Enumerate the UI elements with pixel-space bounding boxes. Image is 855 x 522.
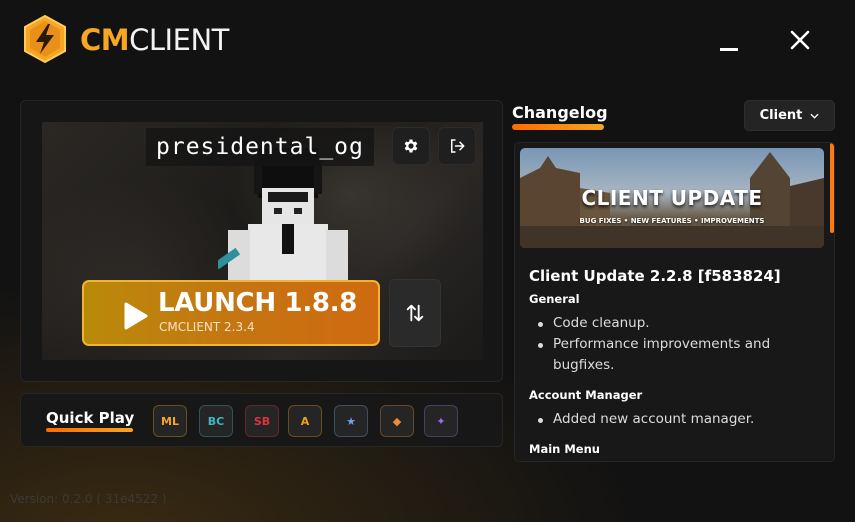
launch-button[interactable]: LAUNCH 1.8.8 CMCLIENT 2.3.4 [82, 280, 380, 346]
server-2-icon[interactable]: BC [199, 405, 233, 437]
banner-title: CLIENT UPDATE [581, 186, 763, 210]
server-5-icon[interactable]: ★ [334, 405, 368, 437]
section-heading-account-manager: Account Manager [529, 388, 643, 402]
server-7-icon[interactable]: ✦ [424, 405, 458, 437]
logout-button[interactable] [438, 127, 476, 165]
logout-icon [451, 139, 465, 153]
username-label: presidental_og [146, 128, 374, 166]
server-1-icon[interactable]: ML [153, 405, 187, 437]
update-title: Client Update 2.2.8 [f583824] [529, 267, 781, 285]
changelog-filter-value: Client [759, 108, 803, 123]
list-item: Added new account manager. [529, 409, 809, 430]
switch-version-button[interactable] [389, 279, 441, 347]
gear-icon [404, 139, 418, 153]
quick-play-underline [46, 428, 133, 432]
quick-play-label: Quick Play [46, 409, 135, 427]
changelog-panel[interactable]: CLIENT UPDATE BUG FIXES • NEW FEATURES •… [514, 142, 835, 462]
brand-client: CLIENT [129, 23, 229, 57]
changelog-underline [512, 124, 604, 130]
list-item: Code cleanup. [529, 313, 809, 334]
server-3-icon[interactable]: SB [245, 405, 279, 437]
play-icon [124, 302, 148, 330]
swap-arrows-icon [406, 304, 424, 322]
changelog-title: Changelog [512, 103, 608, 122]
section-list-account-manager: Added new account manager. [529, 409, 809, 430]
section-list-general: Code cleanup. Performance improvements a… [529, 313, 809, 376]
launch-version: CMCLIENT 2.3.4 [159, 320, 255, 334]
chevron-down-icon [810, 113, 819, 119]
update-banner-image: CLIENT UPDATE BUG FIXES • NEW FEATURES •… [520, 148, 824, 248]
version-label: Version: 0.2.0 ( 31e4522 ) [10, 492, 167, 506]
close-icon[interactable] [788, 28, 812, 52]
quick-play-bar: Quick Play ML BC SB A ★ ◆ ✦ [20, 393, 503, 447]
minimize-icon[interactable] [720, 48, 738, 51]
server-4-icon[interactable]: A [288, 405, 322, 437]
section-heading-general: General [529, 292, 580, 306]
launch-title: LAUNCH 1.8.8 [158, 288, 358, 318]
settings-button[interactable] [392, 127, 430, 165]
brand-cm: CM [80, 23, 130, 57]
server-6-icon[interactable]: ◆ [380, 405, 414, 437]
changelog-filter-dropdown[interactable]: Client [744, 100, 835, 131]
banner-subtitle: BUG FIXES • NEW FEATURES • IMPROVEMENTS [579, 217, 765, 225]
list-item: Performance improvements and bugfixes. [529, 334, 809, 376]
section-heading-main-menu: Main Menu [529, 442, 600, 456]
cmclient-logo-icon [22, 14, 68, 64]
brand-title: CMCLIENT [80, 20, 229, 60]
changelog-scrollbar[interactable] [830, 143, 834, 233]
